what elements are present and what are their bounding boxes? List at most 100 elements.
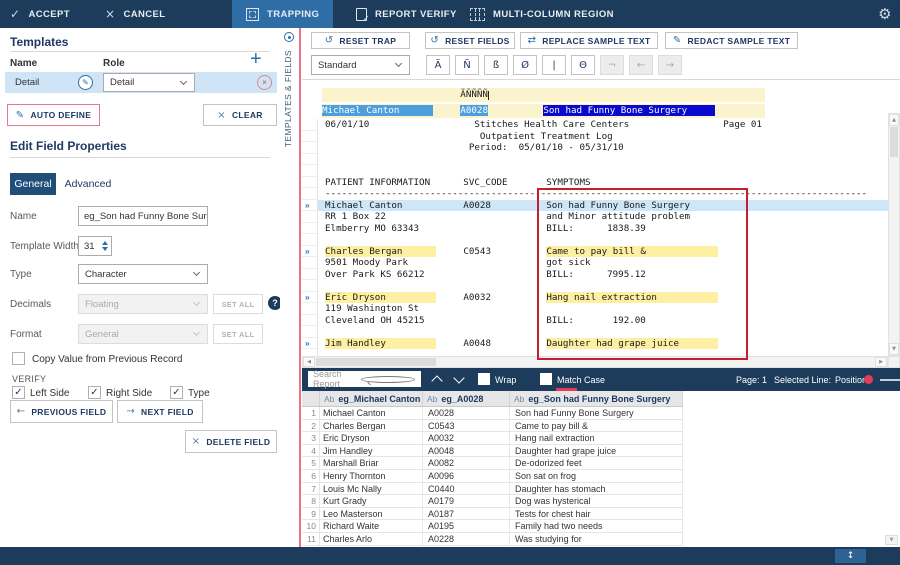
delete-template-icon[interactable]: × (257, 75, 272, 90)
verify-type-checkbox[interactable]: ✓ (170, 386, 183, 399)
cell-symptoms[interactable]: Family had two needs (510, 520, 683, 532)
report-line[interactable]: 06/01/10 Stitches Health Care Centers Pa… (318, 119, 888, 131)
table-row[interactable]: 8Kurt GradyA0179Dog was hysterical (302, 495, 683, 508)
replace-sample-text-button[interactable]: ⇄ REPLACE SAMPLE TEXT (520, 32, 658, 49)
cell-symptoms[interactable]: Hang nail extraction (510, 432, 683, 444)
redact-sample-text-button[interactable]: ✎ REDACT SAMPLE TEXT (665, 32, 798, 49)
table-row[interactable]: 2Charles BerganC0543Came to pay bill & (302, 420, 683, 433)
trap-char-button[interactable]: Θ (571, 55, 595, 75)
gutter-row[interactable] (302, 177, 318, 189)
table-scroll-indicator[interactable] (556, 388, 577, 391)
wrap-checkbox[interactable] (478, 373, 490, 385)
cell-svc-code[interactable]: A0048 (423, 445, 510, 457)
tab-report-verify[interactable]: ✓ REPORT VERIFY (356, 0, 457, 28)
gutter-row[interactable] (302, 315, 318, 327)
cell-patient-name[interactable]: Charles Arlo (320, 533, 423, 545)
report-line[interactable]: Period: 05/01/10 - 05/31/10 (318, 142, 888, 154)
cell-patient-name[interactable]: Richard Waite (320, 520, 423, 532)
table-row[interactable]: 1Michael CantonA0028Son had Funny Bone S… (302, 407, 683, 420)
cell-symptoms[interactable]: De-odorized feet (510, 457, 683, 469)
field-highlight[interactable]: Jim Handley (325, 338, 436, 349)
scroll-down-icon[interactable]: ▼ (889, 343, 899, 355)
cell-svc-code[interactable]: A0179 (423, 495, 510, 507)
template-width-stepper[interactable]: 31 (78, 236, 112, 256)
search-input[interactable]: Search Report (308, 371, 421, 387)
trap-char-button[interactable]: Ø (513, 55, 537, 75)
vertical-scrollbar[interactable]: ▲ ▼ (888, 113, 900, 356)
settings-button[interactable]: ⚙ (878, 0, 892, 28)
previous-field-button[interactable]: ← PREVIOUS FIELD (10, 400, 113, 423)
gutter-row[interactable] (302, 269, 318, 281)
column-header[interactable]: Ab eg_Michael Canton (320, 391, 423, 407)
cell-patient-name[interactable]: Charles Bergan (320, 420, 423, 432)
position-slider[interactable] (880, 379, 900, 381)
cancel-button[interactable]: × CANCEL (105, 0, 165, 28)
report-line[interactable]: PATIENT INFORMATION SVC_CODE SYMPTOMS (318, 177, 888, 189)
cell-symptoms[interactable]: Tests for chest hair (510, 508, 683, 520)
gutter-row[interactable] (302, 326, 318, 338)
tab-multi-column-region[interactable]: MULTI-COLUMN REGION (470, 0, 614, 28)
add-template-button[interactable]: + (250, 48, 262, 71)
gutter-row[interactable] (302, 142, 318, 154)
trap-type-select[interactable]: Standard (311, 55, 410, 75)
match-case-checkbox[interactable] (540, 373, 552, 385)
cell-patient-name[interactable]: Jim Handley (320, 445, 423, 457)
gutter-row[interactable] (302, 234, 318, 246)
trap-char-button[interactable]: ß (484, 55, 508, 75)
gutter-row[interactable]: » (302, 338, 318, 350)
scroll-right-icon[interactable]: ▶ (875, 357, 887, 367)
search-next-icon[interactable] (453, 372, 464, 383)
table-row[interactable]: 6Henry ThorntonA0096Son sat on frog (302, 470, 683, 483)
report-line[interactable] (318, 154, 888, 166)
table-row[interactable]: 7Louis Mc NallyC0440Daughter has stomach (302, 483, 683, 496)
cell-patient-name[interactable]: Henry Thornton (320, 470, 423, 482)
cell-svc-code[interactable]: A0028 (423, 407, 510, 419)
copy-value-checkbox[interactable] (12, 352, 25, 365)
report-line[interactable]: Outpatient Treatment Log (318, 131, 888, 143)
trap-char-button[interactable]: | (542, 55, 566, 75)
gutter-row[interactable] (302, 165, 318, 177)
reset-trap-button[interactable]: ↺ RESET TRAP (311, 32, 410, 49)
trap-line[interactable]: ÃÑÑÑÑ (322, 88, 765, 102)
table-corner-icon[interactable]: ▼ (885, 535, 898, 545)
gutter-row[interactable]: » (302, 292, 318, 304)
table-row[interactable]: 3Eric DrysonA0032Hang nail extraction (302, 432, 683, 445)
table-row[interactable]: 4Jim HandleyA0048Daughter had grape juic… (302, 445, 683, 458)
accept-button[interactable]: ✓ ACCEPT (10, 0, 70, 28)
vertical-scroll-thumb[interactable] (890, 127, 898, 157)
table-row[interactable]: 9Leo MastersonA0187Tests for chest hair (302, 508, 683, 521)
field-highlight[interactable]: Michael Canton (322, 105, 433, 117)
table-row[interactable]: 10Richard WaiteA0195Family had two needs (302, 520, 683, 533)
position-slider-handle[interactable] (864, 375, 873, 384)
gutter-row[interactable] (302, 154, 318, 166)
column-header[interactable]: Ab eg_A0028 (423, 391, 510, 407)
gutter-row[interactable] (302, 211, 318, 223)
template-role-select[interactable]: Detail (103, 73, 195, 92)
cell-patient-name[interactable]: Leo Masterson (320, 508, 423, 520)
cell-symptoms[interactable]: Son had Funny Bone Surgery (510, 407, 683, 419)
field-name-input[interactable]: eg_Son had Funny Bone Surge (78, 206, 208, 226)
cell-symptoms[interactable]: Came to pay bill & (510, 420, 683, 432)
cell-svc-code[interactable]: C0543 (423, 420, 510, 432)
tab-general[interactable]: General (10, 173, 56, 195)
cell-svc-code[interactable]: A0228 (423, 533, 510, 545)
cell-patient-name[interactable]: Louis Mc Nally (320, 483, 423, 495)
cell-svc-code[interactable]: A0187 (423, 508, 510, 520)
scroll-up-icon[interactable]: ▲ (889, 114, 899, 126)
field-highlight[interactable]: A0028 (460, 105, 488, 117)
trap-char-button[interactable]: Ã (426, 55, 450, 75)
next-field-button[interactable]: → NEXT FIELD (117, 400, 203, 423)
tab-trapping[interactable]: TRAPPING (232, 0, 333, 28)
gutter-row[interactable]: » (302, 200, 318, 212)
cell-symptoms[interactable]: Daughter had grape juice (510, 445, 683, 457)
gutter-row[interactable] (302, 280, 318, 292)
cell-svc-code[interactable]: C0440 (423, 483, 510, 495)
tab-templates-and-fields[interactable]: TEMPLATES & FIELDS (283, 50, 293, 147)
cell-symptoms[interactable]: Was studying for (510, 533, 683, 545)
auto-hide-pin-icon[interactable] (284, 32, 294, 42)
cell-patient-name[interactable]: Eric Dryson (320, 432, 423, 444)
cell-svc-code[interactable]: A0082 (423, 457, 510, 469)
cell-svc-code[interactable]: A0032 (423, 432, 510, 444)
field-highlight[interactable]: Eric Dryson (325, 292, 436, 303)
trap-char-button[interactable]: Ñ (455, 55, 479, 75)
